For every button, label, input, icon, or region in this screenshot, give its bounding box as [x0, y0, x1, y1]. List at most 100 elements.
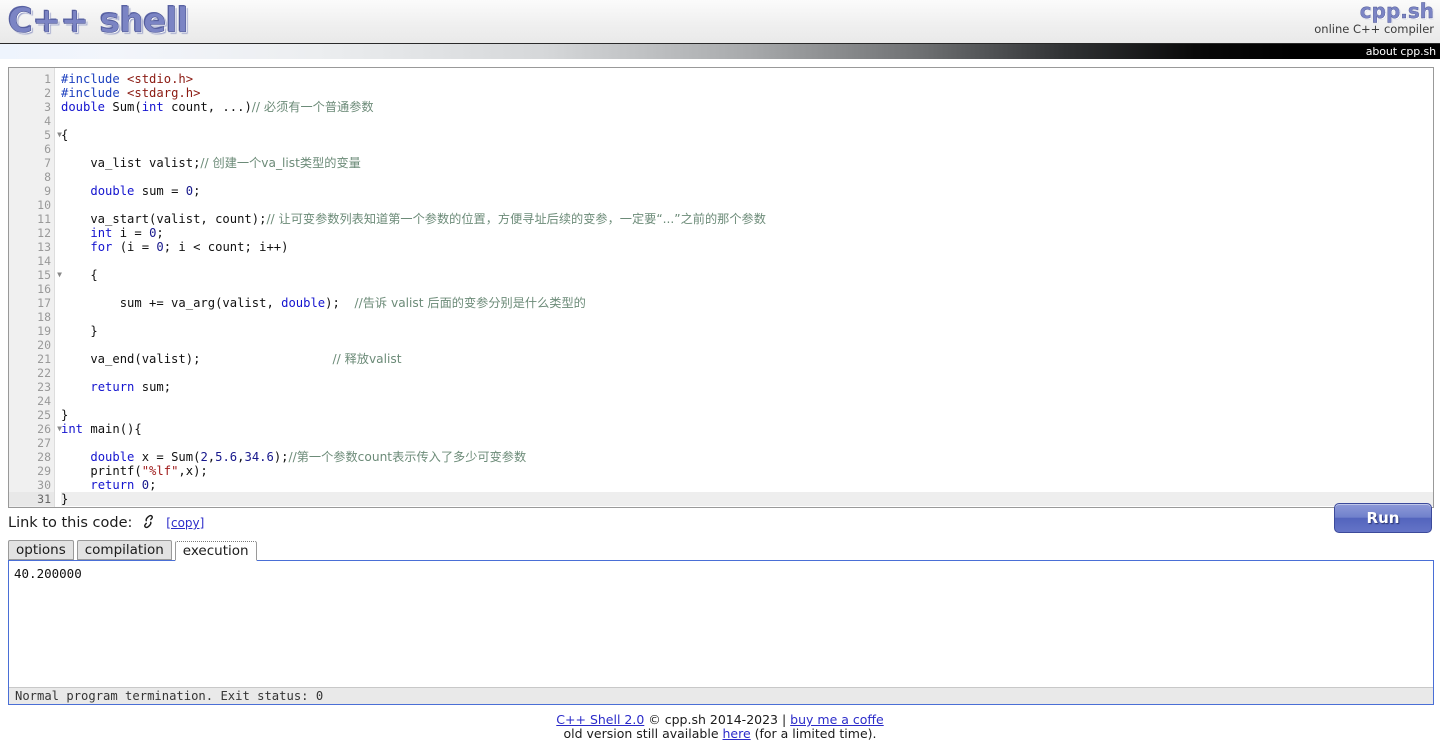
- code-line[interactable]: }: [61, 324, 1433, 338]
- tab-execution[interactable]: execution: [174, 541, 257, 561]
- code-line[interactable]: int main(){: [61, 422, 1433, 436]
- line-number: 8: [44, 170, 51, 184]
- line-number: 21: [37, 352, 51, 366]
- line-number: 17: [37, 296, 51, 310]
- line-number: 11: [37, 212, 51, 226]
- code-line[interactable]: #include <stdio.h>: [61, 72, 1433, 86]
- code-line[interactable]: [61, 142, 1433, 156]
- line-number: 1: [44, 72, 51, 86]
- code-token: }: [61, 324, 98, 338]
- line-number: 5 ▼: [44, 128, 62, 142]
- copy-link-button[interactable]: [copy]: [166, 516, 204, 530]
- code-token: ,x);: [178, 464, 208, 478]
- line-number: 26 ▼: [37, 422, 62, 436]
- code-token: double: [61, 100, 106, 114]
- old-version-here-link[interactable]: here: [722, 726, 750, 741]
- code-token: 34.6: [244, 450, 274, 464]
- about-cpp-sh-link[interactable]: about cpp.sh: [1366, 45, 1436, 58]
- code-token: return: [90, 478, 135, 492]
- code-token: <stdarg.h>: [127, 86, 201, 100]
- code-token: i =: [112, 226, 150, 240]
- code-token: 0: [156, 240, 164, 254]
- brand-name: cpp.sh: [1359, 0, 1435, 23]
- line-number: 25: [37, 408, 51, 422]
- code-line[interactable]: [61, 394, 1433, 408]
- code-token: va_list valist;: [61, 156, 201, 170]
- execution-status: Normal program termination. Exit status:…: [9, 687, 1433, 704]
- code-line[interactable]: int i = 0;: [61, 226, 1433, 240]
- code-token: 5.6: [215, 450, 238, 464]
- code-line[interactable]: [61, 310, 1433, 324]
- page-footer: C++ Shell 2.0 © cpp.sh 2014-2023 | buy m…: [0, 713, 1440, 741]
- code-line[interactable]: printf("%lf",x);: [61, 464, 1433, 478]
- code-line[interactable]: for (i = 0; i < count; i++): [61, 240, 1433, 254]
- editor-code-area[interactable]: #include <stdio.h> #include <stdarg.h> dou…: [55, 68, 1433, 507]
- code-line[interactable]: [61, 114, 1433, 128]
- site-logo: C++ shell: [8, 1, 189, 42]
- line-number: 29: [37, 464, 51, 478]
- line-number: 23: [37, 380, 51, 394]
- code-line[interactable]: }: [61, 408, 1433, 422]
- code-line[interactable]: [61, 338, 1433, 352]
- code-token: Sum(: [105, 100, 142, 114]
- code-line[interactable]: va_list valist;// 创建一个va_list类型的变量: [61, 156, 1433, 170]
- code-token: printf(: [61, 464, 142, 478]
- code-token: int: [90, 226, 113, 240]
- code-line[interactable]: return 0;: [61, 478, 1433, 492]
- code-token: // 必须有一个普通参数: [251, 100, 374, 114]
- code-line[interactable]: va_end(valist); // 释放valist: [61, 352, 1433, 366]
- code-token: for: [90, 240, 113, 254]
- line-number: 3: [44, 100, 51, 114]
- code-token: 2: [200, 450, 208, 464]
- code-line[interactable]: double x = Sum(2,5.6,34.6);//第一个参数count表…: [61, 450, 1433, 464]
- code-line[interactable]: double sum = 0;: [61, 184, 1433, 198]
- line-number: 14: [37, 254, 51, 268]
- code-token: 0: [185, 184, 194, 198]
- line-number: 28: [37, 450, 51, 464]
- code-line[interactable]: #include <stdarg.h>: [61, 86, 1433, 100]
- code-line[interactable]: [61, 282, 1433, 296]
- line-number: 6: [44, 142, 51, 156]
- old-version-text-post: (for a limited time).: [750, 726, 877, 741]
- page-header: C++ shell cpp.sh online C++ compiler: [0, 0, 1440, 44]
- output-panel[interactable]: 40.200000 Normal program termination. Ex…: [8, 560, 1434, 705]
- code-token: main(): [83, 422, 135, 436]
- code-token: double: [90, 184, 135, 198]
- cpp-shell-version-link[interactable]: C++ Shell 2.0: [556, 712, 644, 727]
- code-line[interactable]: double Sum(int count, ...)// 必须有一个普通参数: [61, 100, 1433, 114]
- code-line[interactable]: [61, 170, 1433, 184]
- code-token: ;: [156, 226, 164, 240]
- tab-options[interactable]: options: [8, 540, 74, 560]
- code-line[interactable]: [61, 436, 1433, 450]
- code-token: sum =: [134, 184, 186, 198]
- code-token: // 释放valist: [332, 352, 402, 366]
- code-token: <stdio.h>: [127, 72, 194, 86]
- line-number: 18: [37, 310, 51, 324]
- code-line[interactable]: {: [61, 128, 1433, 142]
- code-line[interactable]: [61, 198, 1433, 212]
- code-line[interactable]: {: [61, 268, 1433, 282]
- tab-compilation[interactable]: compilation: [76, 540, 172, 560]
- run-button[interactable]: Run: [1334, 503, 1432, 533]
- chain-link-icon[interactable]: [140, 514, 157, 534]
- code-line[interactable]: [61, 366, 1433, 380]
- code-line[interactable]: }: [61, 492, 1433, 506]
- line-number: 13: [37, 240, 51, 254]
- line-number: 22: [37, 366, 51, 380]
- code-line[interactable]: sum += va_arg(valist, double); //告诉 vali…: [61, 296, 1433, 310]
- code-line[interactable]: [61, 254, 1433, 268]
- code-line[interactable]: return sum;: [61, 380, 1433, 394]
- line-number: 10: [37, 198, 51, 212]
- buy-me-a-coffee-link[interactable]: buy me a coffe: [790, 712, 884, 727]
- code-editor[interactable]: 1 2 3 4 5 ▼ 6 7 8 9 10 11 12 13 14 15 ▼ 16 17 18 19 20 21 22 23 2…: [8, 67, 1434, 508]
- code-token: {: [61, 128, 69, 142]
- code-token: ; i < count; i++): [163, 240, 289, 254]
- code-line[interactable]: va_start(valist, count);// 让可变参数列表知道第一个参…: [61, 212, 1433, 226]
- result-tabs: options compilation execution: [8, 540, 1440, 561]
- line-number: 27: [37, 436, 51, 450]
